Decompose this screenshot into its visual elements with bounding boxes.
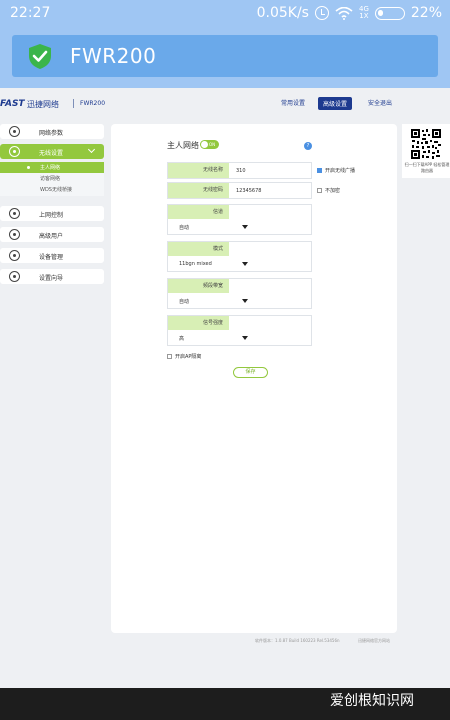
ssid-value[interactable]: 310 xyxy=(236,168,246,174)
mode-label: 模式 xyxy=(168,242,229,256)
app-bar-inner: FWR200 xyxy=(12,35,438,77)
channel-value: 自动 xyxy=(179,225,190,231)
submenu-label: WDS无线桥接 xyxy=(40,187,72,193)
ap-isolation-checkbox[interactable] xyxy=(167,354,172,359)
status-bar: 22:27 0.05K/s 4G 1X 22% xyxy=(0,0,450,28)
no-encrypt-checkbox[interactable] xyxy=(317,188,322,193)
alarm-clock-icon xyxy=(314,6,329,20)
sidebar-item-label: 上网控制 xyxy=(39,212,64,219)
wireless-submenu: 主人网络 访客网络 WDS无线桥接 xyxy=(0,162,104,196)
logo-divider xyxy=(73,99,74,108)
broadcast-option[interactable]: 开启无线广播 xyxy=(317,167,355,174)
qr-code-icon xyxy=(410,128,442,160)
ap-isolation-option[interactable]: 开启AP隔离 xyxy=(167,353,201,360)
wifi-icon xyxy=(9,146,20,157)
wifi-icon xyxy=(335,6,353,20)
password-label: 无线密码 xyxy=(168,183,229,198)
signal-type: 4G 1X xyxy=(359,6,369,20)
router-header: FAST 迅捷网络 FWR200 常用设置 高级设置 安全退出 xyxy=(0,88,450,122)
sidebar-item-network[interactable]: 网络参数 xyxy=(0,124,104,139)
submenu-host-network[interactable]: 主人网络 xyxy=(0,162,104,173)
dropdown-arrow-icon[interactable] xyxy=(242,299,248,303)
watermark: 爱创根知识网 xyxy=(330,693,414,709)
ap-isolation-label: 开启AP隔离 xyxy=(175,354,202,360)
password-field[interactable]: 无线密码 12345678 xyxy=(167,182,312,199)
submenu-guest-network[interactable]: 访客网络 xyxy=(0,173,104,184)
status-right: 0.05K/s 4G 1X 22% xyxy=(257,5,442,21)
sidebar-item-device-management[interactable]: 设备管理 xyxy=(0,248,104,263)
net-speed: 0.05K/s xyxy=(256,5,309,21)
no-encrypt-option[interactable]: 不加密 xyxy=(317,187,340,194)
sidebar-item-access-control[interactable]: 上网控制 xyxy=(0,206,104,221)
bandwidth-select[interactable]: 频段带宽 自动 xyxy=(167,278,312,309)
firmware-version: 软件版本：1.0.87 Build 160223 Rel.53456n xyxy=(255,638,340,643)
ssid-field[interactable]: 无线名称 310 xyxy=(167,162,312,179)
sidebar-item-label: 高级用户 xyxy=(39,233,64,240)
sidebar-item-label: 设备管理 xyxy=(39,254,64,261)
status-time: 22:27 xyxy=(10,5,51,21)
broadcast-label: 开启无线广播 xyxy=(325,168,356,174)
battery-percent: 22% xyxy=(410,5,442,21)
qr-caption: 扫一扫下载APP 轻松管理路由器 xyxy=(404,162,450,173)
page-title: 主人网络 xyxy=(167,141,199,150)
battery-icon xyxy=(374,6,405,20)
submenu-wds-bridge[interactable]: WDS无线桥接 xyxy=(0,184,104,195)
main-panel: 主人网络 ON ? 无线名称 310 开启无线广播 无线密码 12345678 … xyxy=(111,124,397,633)
sidebar-item-advanced-user[interactable]: 高级用户 xyxy=(0,227,104,242)
model-name: FWR200 xyxy=(80,100,106,107)
dropdown-arrow-icon[interactable] xyxy=(242,262,248,266)
mode-select[interactable]: 模式 11bgn mixed xyxy=(167,241,312,272)
control-icon xyxy=(9,208,20,219)
user-icon xyxy=(9,229,20,240)
host-network-toggle[interactable]: ON xyxy=(200,140,219,149)
toggle-knob xyxy=(201,141,208,148)
help-icon[interactable]: ? xyxy=(304,142,312,150)
battery-fill xyxy=(377,9,383,16)
channel-label: 信道 xyxy=(168,205,229,219)
sidebar-item-wireless[interactable]: 无线设置 xyxy=(0,144,104,159)
app-bar: FWR200 xyxy=(0,28,450,88)
active-dot-icon xyxy=(27,166,30,169)
nav-advanced-settings[interactable]: 高级设置 xyxy=(318,97,353,110)
info-icon xyxy=(9,271,20,282)
password-value[interactable]: 12345678 xyxy=(236,188,261,194)
globe-icon xyxy=(9,126,20,137)
settings-icon xyxy=(9,250,20,261)
toggle-text: ON xyxy=(209,142,216,147)
submenu-label: 主人网络 xyxy=(40,165,61,171)
no-encrypt-label: 不加密 xyxy=(325,188,341,194)
signal-value: 高 xyxy=(179,336,185,342)
chevron-down-icon xyxy=(87,145,96,154)
qr-box: 扫一扫下载APP 轻松管理路由器 xyxy=(402,124,450,178)
official-site-link[interactable]: 迅捷网络官方网站 xyxy=(358,638,390,644)
bandwidth-label: 频段带宽 xyxy=(168,279,229,293)
broadcast-checkbox[interactable] xyxy=(317,168,322,173)
sidebar-item-label: 无线设置 xyxy=(39,150,64,157)
fast-logo: FAST xyxy=(0,99,25,109)
sidebar-item-label: 网络参数 xyxy=(39,130,64,137)
channel-select[interactable]: 信道 自动 xyxy=(167,204,312,235)
signal-bottom: 1X xyxy=(359,12,369,20)
submenu-label: 访客网络 xyxy=(40,176,61,182)
shield-check-icon xyxy=(29,44,51,69)
nav-logout[interactable]: 安全退出 xyxy=(368,98,392,107)
signal-label: 信号强度 xyxy=(168,316,229,330)
router-page: FAST 迅捷网络 FWR200 常用设置 高级设置 安全退出 网络参数 无线设… xyxy=(0,88,450,688)
sidebar-item-label: 设置向导 xyxy=(39,275,64,282)
save-button[interactable]: 保存 xyxy=(233,367,268,378)
mode-value: 11bgn mixed xyxy=(179,261,212,267)
dropdown-arrow-icon[interactable] xyxy=(242,336,248,340)
logo-cn: 迅捷网络 xyxy=(27,100,59,109)
bandwidth-value: 自动 xyxy=(179,299,190,305)
dropdown-arrow-icon[interactable] xyxy=(242,225,248,229)
app-title: FWR200 xyxy=(70,44,157,68)
signal-strength-select[interactable]: 信号强度 高 xyxy=(167,315,312,346)
nav-common-settings[interactable]: 常用设置 xyxy=(281,98,305,107)
ssid-label: 无线名称 xyxy=(168,163,229,178)
sidebar-item-setup-wizard[interactable]: 设置向导 xyxy=(0,269,104,284)
